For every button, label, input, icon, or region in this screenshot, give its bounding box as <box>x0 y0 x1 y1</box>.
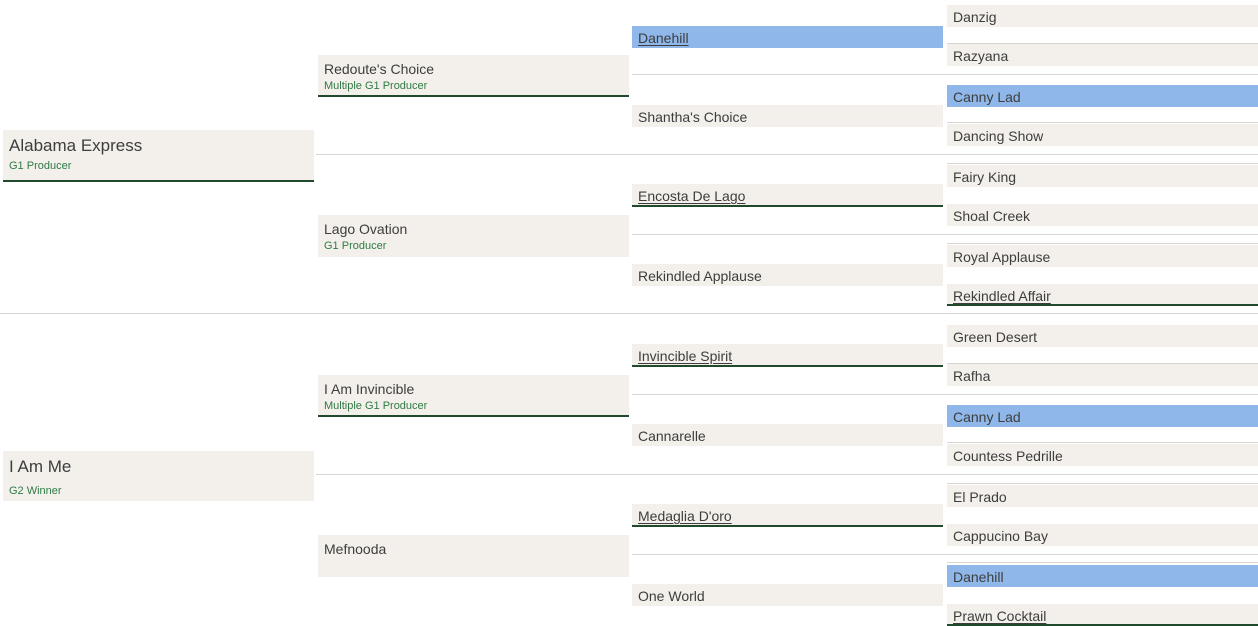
pedigree-g4-razyana[interactable]: Razyana <box>947 44 1258 66</box>
horse-name: Danzig <box>953 9 997 25</box>
horse-name: Mefnooda <box>324 541 387 557</box>
horse-name: Green Desert <box>953 329 1038 345</box>
horse-name: Razyana <box>953 48 1009 64</box>
horse-link[interactable]: Medaglia D'oro <box>638 509 732 523</box>
horse-name: Danehill <box>953 569 1004 585</box>
divider <box>947 122 1258 123</box>
divider <box>947 442 1258 443</box>
pedigree-g3-invincible-spirit[interactable]: Invincible Spirit <box>632 344 943 367</box>
pedigree-g3-medaglia-doro[interactable]: Medaglia D'oro <box>632 504 943 527</box>
pedigree-g4-dancing-show[interactable]: Dancing Show <box>947 124 1258 146</box>
pedigree-sire-sire[interactable]: Redoute's Choice Multiple G1 Producer <box>318 55 629 97</box>
horse-name: Royal Applause <box>953 249 1051 265</box>
divider <box>316 154 1258 155</box>
divider <box>632 74 1258 75</box>
horse-name: I Am Me <box>9 457 72 476</box>
divider <box>316 474 1258 475</box>
pedigree-g4-green-desert[interactable]: Green Desert <box>947 325 1258 347</box>
horse-name: Rekindled Applause <box>638 268 762 284</box>
horse-name: Alabama Express <box>9 136 143 155</box>
horse-name: El Prado <box>953 489 1007 505</box>
pedigree-g3-danehill[interactable]: Danehill <box>632 26 943 48</box>
award-label: Multiple G1 Producer <box>324 80 428 92</box>
horse-name: Fairy King <box>953 169 1017 185</box>
pedigree-g4-cappucino-bay[interactable]: Cappucino Bay <box>947 524 1258 546</box>
award-label: G1 Producer <box>9 160 72 172</box>
horse-link[interactable]: Prawn Cocktail <box>953 609 1046 623</box>
horse-link[interactable]: Encosta De Lago <box>638 189 745 203</box>
horse-name: Shantha's Choice <box>638 109 748 125</box>
pedigree-g4-prawn-cocktail[interactable]: Prawn Cocktail <box>947 604 1258 626</box>
divider <box>947 483 1258 484</box>
pedigree-g4-fairy-king[interactable]: Fairy King <box>947 165 1258 187</box>
divider <box>632 554 1258 555</box>
pedigree-g4-shoal-creek[interactable]: Shoal Creek <box>947 204 1258 226</box>
pedigree-g3-one-world[interactable]: One World <box>632 584 943 606</box>
pedigree-dam[interactable]: I Am Me G2 Winner <box>3 451 314 501</box>
horse-link[interactable]: Invincible Spirit <box>638 349 732 363</box>
award-label: G2 Winner <box>9 485 62 497</box>
horse-name: One World <box>638 588 705 604</box>
pedigree-g3-encosta-de-lago[interactable]: Encosta De Lago <box>632 184 943 207</box>
horse-link[interactable]: Rekindled Affair <box>953 289 1051 303</box>
divider <box>947 163 1258 164</box>
pedigree-g3-rekindled-applause[interactable]: Rekindled Applause <box>632 264 943 286</box>
horse-name: Canny Lad <box>953 409 1021 425</box>
award-label: Multiple G1 Producer <box>324 400 428 412</box>
pedigree-g4-danzig[interactable]: Danzig <box>947 5 1258 27</box>
horse-name: Rafha <box>953 368 991 384</box>
divider <box>632 234 1258 235</box>
horse-name: Lago Ovation <box>324 221 408 237</box>
pedigree-g3-cannarelle[interactable]: Cannarelle <box>632 424 943 446</box>
pedigree-g4-countess-pedrille[interactable]: Countess Pedrille <box>947 444 1258 466</box>
divider <box>947 243 1258 244</box>
horse-name: Redoute's Choice <box>324 61 435 77</box>
pedigree-g3-shanthas-choice[interactable]: Shantha's Choice <box>632 105 943 127</box>
horse-name: Cappucino Bay <box>953 528 1048 544</box>
horse-name: Dancing Show <box>953 128 1044 144</box>
pedigree-g4-canny-lad[interactable]: Canny Lad <box>947 85 1258 107</box>
divider <box>947 562 1258 563</box>
pedigree-sire[interactable]: Alabama Express G1 Producer <box>3 130 314 182</box>
horse-name: Countess Pedrille <box>953 448 1063 464</box>
pedigree-dam-dam[interactable]: Mefnooda <box>318 535 629 577</box>
pedigree-g4-el-prado[interactable]: El Prado <box>947 485 1258 507</box>
horse-name: I Am Invincible <box>324 381 415 397</box>
divider <box>632 394 1258 395</box>
pedigree-g4-canny-lad[interactable]: Canny Lad <box>947 405 1258 427</box>
pedigree-g4-rafha[interactable]: Rafha <box>947 364 1258 386</box>
horse-name: Cannarelle <box>638 428 706 444</box>
pedigree-sire-dam[interactable]: Lago Ovation G1 Producer <box>318 215 629 257</box>
pedigree-g4-royal-applause[interactable]: Royal Applause <box>947 245 1258 267</box>
horse-name: Shoal Creek <box>953 208 1031 224</box>
pedigree-g4-rekindled-affair[interactable]: Rekindled Affair <box>947 284 1258 306</box>
horse-name: Canny Lad <box>953 89 1021 105</box>
pedigree-dam-sire[interactable]: I Am Invincible Multiple G1 Producer <box>318 375 629 417</box>
award-label: G1 Producer <box>324 240 387 252</box>
pedigree-g4-danehill[interactable]: Danehill <box>947 565 1258 587</box>
divider <box>0 313 1258 314</box>
horse-link[interactable]: Danehill <box>638 31 689 45</box>
